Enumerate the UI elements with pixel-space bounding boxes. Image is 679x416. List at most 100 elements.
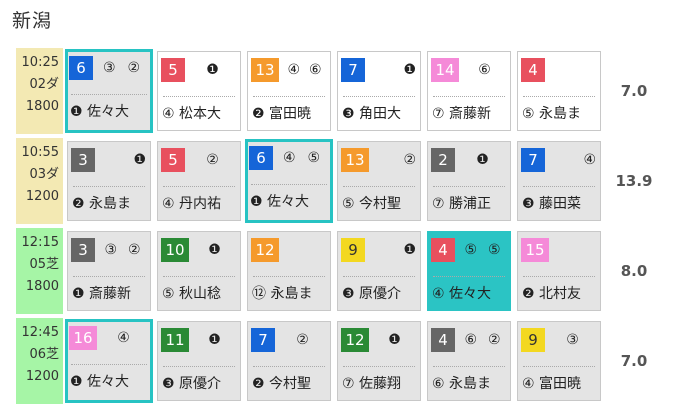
race-distance: 1800 bbox=[25, 279, 59, 294]
race-time: 12:15 bbox=[21, 235, 59, 250]
prediction-mark: ② bbox=[127, 60, 141, 76]
horse-number-badge: 10 bbox=[161, 238, 189, 262]
race-info[interactable]: 10:55 03ダ 1200 bbox=[16, 138, 63, 224]
horse-cell[interactable]: 6③② ❶ 佐々大 bbox=[65, 49, 153, 133]
odds-value: 13.9 bbox=[615, 172, 653, 190]
prediction-mark: ❶ bbox=[403, 62, 416, 78]
jockey-label: ⑥ 永島ま bbox=[432, 376, 492, 392]
prediction-mark: ④ bbox=[282, 150, 296, 166]
horse-cell[interactable]: 12 ⑫ 永島ま bbox=[247, 231, 331, 311]
jockey-label: ⑫ 永島ま bbox=[252, 286, 313, 302]
race-distance: 1200 bbox=[25, 189, 59, 204]
horse-number-badge: 5 bbox=[161, 58, 185, 82]
prediction-mark: ⑥ bbox=[308, 62, 322, 78]
cell-divider bbox=[73, 186, 145, 187]
jockey-label: ❷ 富田暁 bbox=[252, 106, 312, 122]
race-time: 10:55 bbox=[21, 145, 59, 160]
horse-number-badge: 6 bbox=[69, 56, 93, 80]
horse-cell[interactable]: 4 ⑤ 永島ま bbox=[517, 51, 601, 131]
jockey-label: ❶ 斎藤新 bbox=[72, 286, 132, 302]
cell-divider bbox=[253, 276, 325, 277]
horse-cell[interactable]: 13 ② ⑤ 今村聖 bbox=[337, 141, 421, 221]
horse-number-badge: 13 bbox=[251, 58, 279, 82]
horse-number-badge: 9 bbox=[341, 238, 365, 262]
horse-cell[interactable]: 5 ❶ ④ 松本大 bbox=[157, 51, 241, 131]
cell-divider bbox=[163, 186, 235, 187]
horse-number-badge: 7 bbox=[521, 148, 545, 172]
horse-cell[interactable]: 9 ③ ④ 富田暁 bbox=[517, 321, 601, 401]
cell-divider bbox=[433, 96, 505, 97]
horse-number-badge: 7 bbox=[341, 58, 365, 82]
odds-value: 8.0 bbox=[620, 262, 648, 280]
cell-divider bbox=[523, 96, 595, 97]
cell-divider bbox=[433, 186, 505, 187]
cell-divider bbox=[71, 364, 147, 365]
jockey-label: ❸ 藤田菜 bbox=[522, 196, 582, 212]
horse-number-badge: 4 bbox=[521, 58, 545, 82]
horse-cell[interactable]: 7 ② ❷ 今村聖 bbox=[247, 321, 331, 401]
jockey-label: ④ 富田暁 bbox=[522, 376, 582, 392]
prediction-mark: ② bbox=[487, 332, 501, 348]
horse-cell[interactable]: 7 ❶ ❸ 角田大 bbox=[337, 51, 421, 131]
prediction-mark: ② bbox=[206, 152, 219, 168]
horse-cell[interactable]: 6④⑤ ❶ 佐々大 bbox=[245, 139, 333, 223]
jockey-label: ❷ 北村友 bbox=[522, 286, 582, 302]
race-info[interactable]: 12:15 05芝 1800 bbox=[16, 228, 63, 314]
horse-cell[interactable]: 4⑤⑤④ 佐々大 bbox=[427, 231, 511, 311]
jockey-label: ❶ 佐々大 bbox=[250, 194, 310, 210]
prediction-mark: ③ bbox=[104, 242, 118, 258]
horse-cell[interactable]: 14 ⑥ ⑦ 斎藤新 bbox=[427, 51, 511, 131]
horse-cell[interactable]: 10 ❶ ⑤ 秋山稔 bbox=[157, 231, 241, 311]
horse-number-badge: 4 bbox=[431, 238, 455, 262]
race-distance: 1800 bbox=[25, 99, 59, 114]
horse-cell[interactable]: 2 ❶ ⑦ 勝浦正 bbox=[427, 141, 511, 221]
jockey-label: ⑤ 今村聖 bbox=[342, 196, 402, 212]
horse-cell[interactable]: 4⑥② ⑥ 永島ま bbox=[427, 321, 511, 401]
prediction-mark: ② bbox=[127, 242, 141, 258]
prediction-mark: ⑤ bbox=[307, 150, 321, 166]
horse-cell[interactable]: 7 ④ ❸ 藤田菜 bbox=[517, 141, 601, 221]
prediction-mark: ③ bbox=[566, 332, 579, 348]
race-number: 03ダ bbox=[29, 167, 59, 182]
prediction-mark: ⑤ bbox=[487, 242, 501, 258]
horse-number-badge: 13 bbox=[341, 148, 369, 172]
horse-number-badge: 12 bbox=[341, 328, 369, 352]
jockey-label: ④ 丹内祐 bbox=[162, 196, 222, 212]
prediction-mark: ❶ bbox=[208, 332, 221, 348]
horse-number-badge: 15 bbox=[521, 238, 549, 262]
cell-divider bbox=[73, 276, 145, 277]
cell-divider bbox=[523, 366, 595, 367]
horse-number-badge: 12 bbox=[251, 238, 279, 262]
cell-divider bbox=[343, 96, 415, 97]
cell-divider bbox=[163, 366, 235, 367]
horse-cell[interactable]: 5 ② ④ 丹内祐 bbox=[157, 141, 241, 221]
horse-number-badge: 4 bbox=[431, 328, 455, 352]
jockey-label: ⑦ 勝浦正 bbox=[432, 196, 492, 212]
cell-divider bbox=[523, 186, 595, 187]
race-info[interactable]: 10:25 02ダ 1800 bbox=[16, 48, 63, 134]
horse-number-badge: 3 bbox=[71, 238, 95, 262]
prediction-mark: ② bbox=[296, 332, 309, 348]
cell-divider bbox=[433, 366, 505, 367]
horse-cell[interactable]: 16 ④ ❶ 佐々大 bbox=[65, 319, 153, 403]
cell-divider bbox=[163, 96, 235, 97]
cell-divider bbox=[163, 276, 235, 277]
jockey-label: ❸ 原優介 bbox=[162, 376, 222, 392]
horse-cell[interactable]: 13 ④ ⑥ ❷ 富田暁 bbox=[247, 51, 331, 131]
cell-divider bbox=[71, 94, 147, 95]
horse-cell[interactable]: 3 ❶ ❷ 永島ま bbox=[67, 141, 151, 221]
horse-cell[interactable]: 9 ❶ ❸ 原優介 bbox=[337, 231, 421, 311]
horse-cell[interactable]: 12 ❶ ⑦ 佐藤翔 bbox=[337, 321, 421, 401]
race-number: 06芝 bbox=[29, 347, 59, 362]
race-info[interactable]: 12:45 06芝 1200 bbox=[16, 318, 63, 404]
horse-cell[interactable]: 15 ❷ 北村友 bbox=[517, 231, 601, 311]
horse-cell[interactable]: 11 ❶ ❸ 原優介 bbox=[157, 321, 241, 401]
horse-number-badge: 3 bbox=[71, 148, 95, 172]
horse-cell[interactable]: 3③② ❶ 斎藤新 bbox=[67, 231, 151, 311]
cell-divider bbox=[433, 276, 505, 277]
odds-value: 7.0 bbox=[620, 82, 648, 100]
prediction-mark: ❶ bbox=[206, 62, 219, 78]
race-row: 12:45 06芝 1200 16 ④ ❶ 佐々大 11 ❶ ❸ 原優介 7 ② ❷ 今村聖 12 ❶ ⑦ … bbox=[16, 318, 679, 404]
prediction-mark: ❶ bbox=[133, 152, 146, 168]
jockey-label: ⑤ 秋山稔 bbox=[162, 286, 222, 302]
